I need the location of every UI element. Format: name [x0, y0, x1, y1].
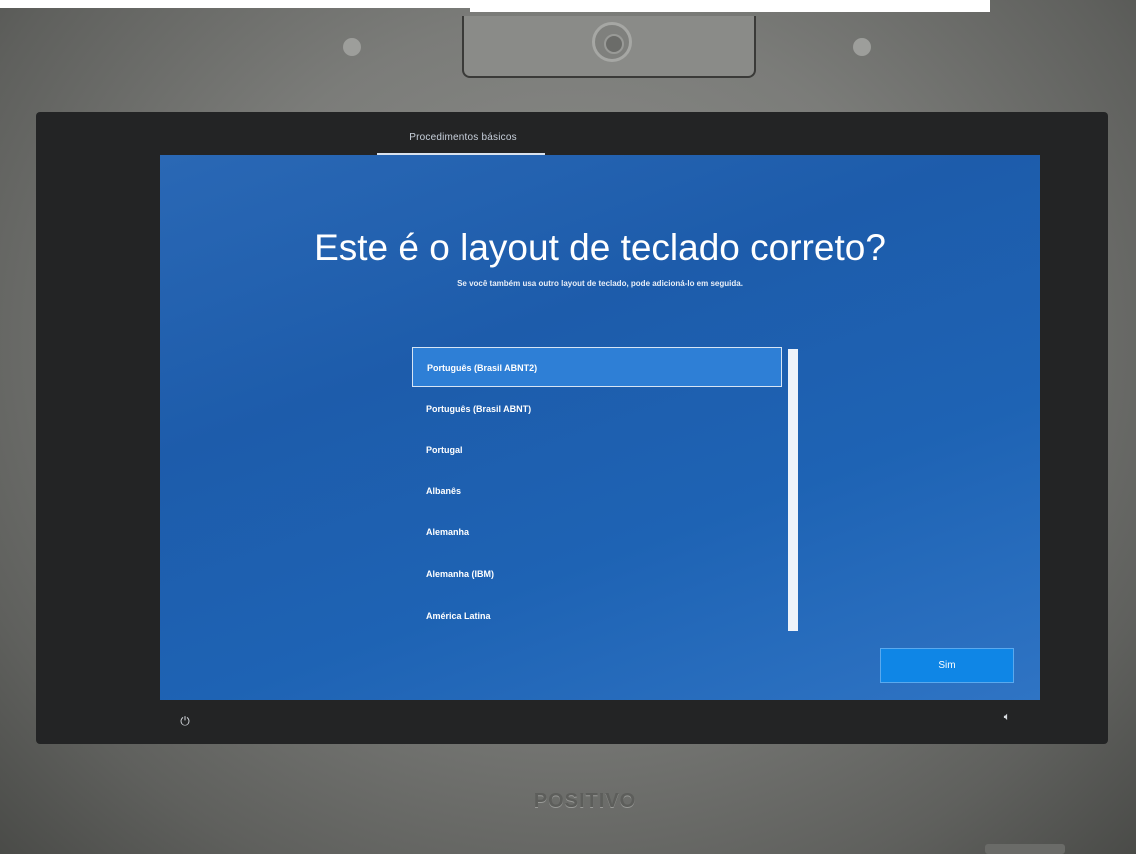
brand-logo: POSITIVO — [533, 790, 637, 812]
list-item[interactable]: Alemanha (IBM) — [412, 554, 782, 594]
list-scrollbar[interactable] — [788, 349, 798, 631]
sim-button[interactable]: Sim — [880, 648, 1014, 683]
list-item[interactable]: Alemanha — [412, 512, 782, 552]
webcam-lens-icon — [592, 22, 632, 62]
list-item[interactable]: Portugal — [412, 430, 782, 470]
webcam-housing — [462, 16, 756, 78]
bezel-dot — [343, 38, 361, 56]
keyboard-layout-list[interactable]: Português (Brasil ABNT2) Português (Bras… — [412, 347, 782, 633]
page-title: Este é o layout de teclado correto? — [314, 227, 886, 268]
list-item[interactable]: América Latina — [412, 596, 782, 636]
bezel-dot — [853, 38, 871, 56]
photo-top-edge — [470, 0, 990, 12]
list-item[interactable]: Português (Brasil ABNT) — [412, 389, 782, 429]
power-icon[interactable]: ⏻ — [178, 714, 192, 728]
bezel-latch — [985, 844, 1065, 854]
laptop-bezel: Procedimentos básicos Este é o layout de… — [0, 0, 1136, 854]
photo-top-edge — [0, 0, 470, 8]
volume-icon[interactable]: 🔈︎ — [1000, 710, 1014, 724]
tab-procedimentos-basicos[interactable]: Procedimentos básicos — [380, 132, 546, 143]
oobe-panel: Este é o layout de teclado correto? Se v… — [160, 155, 1040, 700]
page-subtitle: Se você também usa outro layout de tecla… — [457, 279, 743, 288]
list-item-selected[interactable]: Português (Brasil ABNT2) — [412, 347, 782, 387]
list-item[interactable]: Albanês — [412, 471, 782, 511]
